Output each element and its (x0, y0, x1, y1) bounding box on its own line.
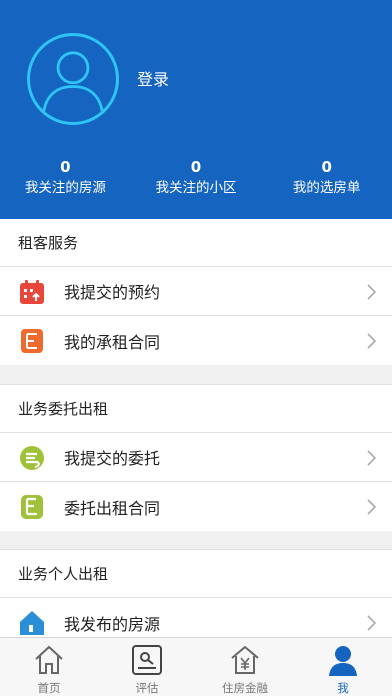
finance-icon (231, 645, 259, 674)
tab-label: 评估 (135, 681, 159, 695)
stat-followed-communities[interactable]: 0 我关注的小区 (131, 156, 262, 198)
menu-item-my-entrustments[interactable]: 我提交的委托 (0, 433, 392, 482)
tab-assess[interactable]: 评估 (98, 638, 196, 696)
section-title: 业务个人出租 (0, 550, 392, 598)
profile-icon (329, 646, 357, 676)
tab-me[interactable]: 我 (294, 638, 392, 696)
avatar[interactable] (27, 33, 119, 125)
tab-home[interactable]: 首页 (0, 638, 98, 696)
section-title: 租客服务 (0, 219, 392, 267)
chevron-right-icon (367, 333, 376, 349)
tab-label: 住房金融 (222, 681, 268, 695)
menu-item-entrusted-rental-contracts[interactable]: 委托出租合同 (0, 482, 392, 531)
profile-header: 登录 0 我关注的房源 0 我关注的小区 0 我的选房单 (0, 0, 392, 219)
tab-housing-finance[interactable]: 住房金融 (196, 638, 294, 696)
menu-item-label: 我的承租合同 (64, 332, 161, 352)
menu-item-label: 我发布的房源 (64, 614, 161, 634)
contract-icon (21, 329, 43, 353)
menu-item-my-lease-contracts[interactable]: 我的承租合同 (0, 316, 392, 365)
stat-label: 我的选房单 (292, 180, 361, 196)
chevron-right-icon (367, 499, 376, 515)
section-title: 业务委托出租 (0, 385, 392, 433)
calendar-icon (20, 280, 44, 304)
bottom-tab-bar: 首页 评估 住房金融 我 (0, 637, 392, 696)
menu-item-label: 我提交的委托 (64, 449, 161, 468)
chevron-right-icon (367, 450, 376, 466)
stat-label: 我关注的小区 (155, 180, 237, 196)
home-icon (35, 645, 63, 674)
stats-bar: 0 我关注的房源 0 我关注的小区 0 我的选房单 (0, 156, 392, 198)
section-tenant-services: 租客服务 我提交的预约 我的承租合同 (0, 219, 392, 365)
menu-item-label: 我提交的预约 (64, 283, 161, 302)
stat-selection-list[interactable]: 0 我的选房单 (261, 156, 392, 198)
menu-item-my-appointments[interactable]: 我提交的预约 (0, 267, 392, 316)
house-icon (20, 611, 44, 635)
entrust-icon (20, 446, 44, 470)
section-personal-rental: 业务个人出租 我发布的房源 (0, 549, 392, 637)
stat-followed-listings[interactable]: 0 我关注的房源 (0, 156, 131, 198)
chevron-right-icon (367, 615, 376, 631)
user-avatar-icon (41, 51, 105, 117)
stat-label: 我关注的房源 (24, 180, 106, 196)
stat-value: 0 (60, 158, 71, 176)
menu-item-my-listings[interactable]: 我发布的房源 (0, 598, 392, 637)
section-entrusted-rental: 业务委托出租 我提交的委托 委托出租合同 (0, 384, 392, 531)
menu-item-label: 委托出租合同 (64, 498, 161, 518)
chevron-right-icon (367, 284, 376, 300)
stat-value: 0 (190, 158, 202, 176)
login-link[interactable]: 登录 (137, 66, 169, 90)
assess-icon (132, 645, 162, 675)
entrust-contract-icon (21, 495, 43, 519)
tab-label: 首页 (37, 681, 61, 695)
stat-value: 0 (321, 158, 332, 176)
tab-label: 我 (337, 681, 349, 695)
